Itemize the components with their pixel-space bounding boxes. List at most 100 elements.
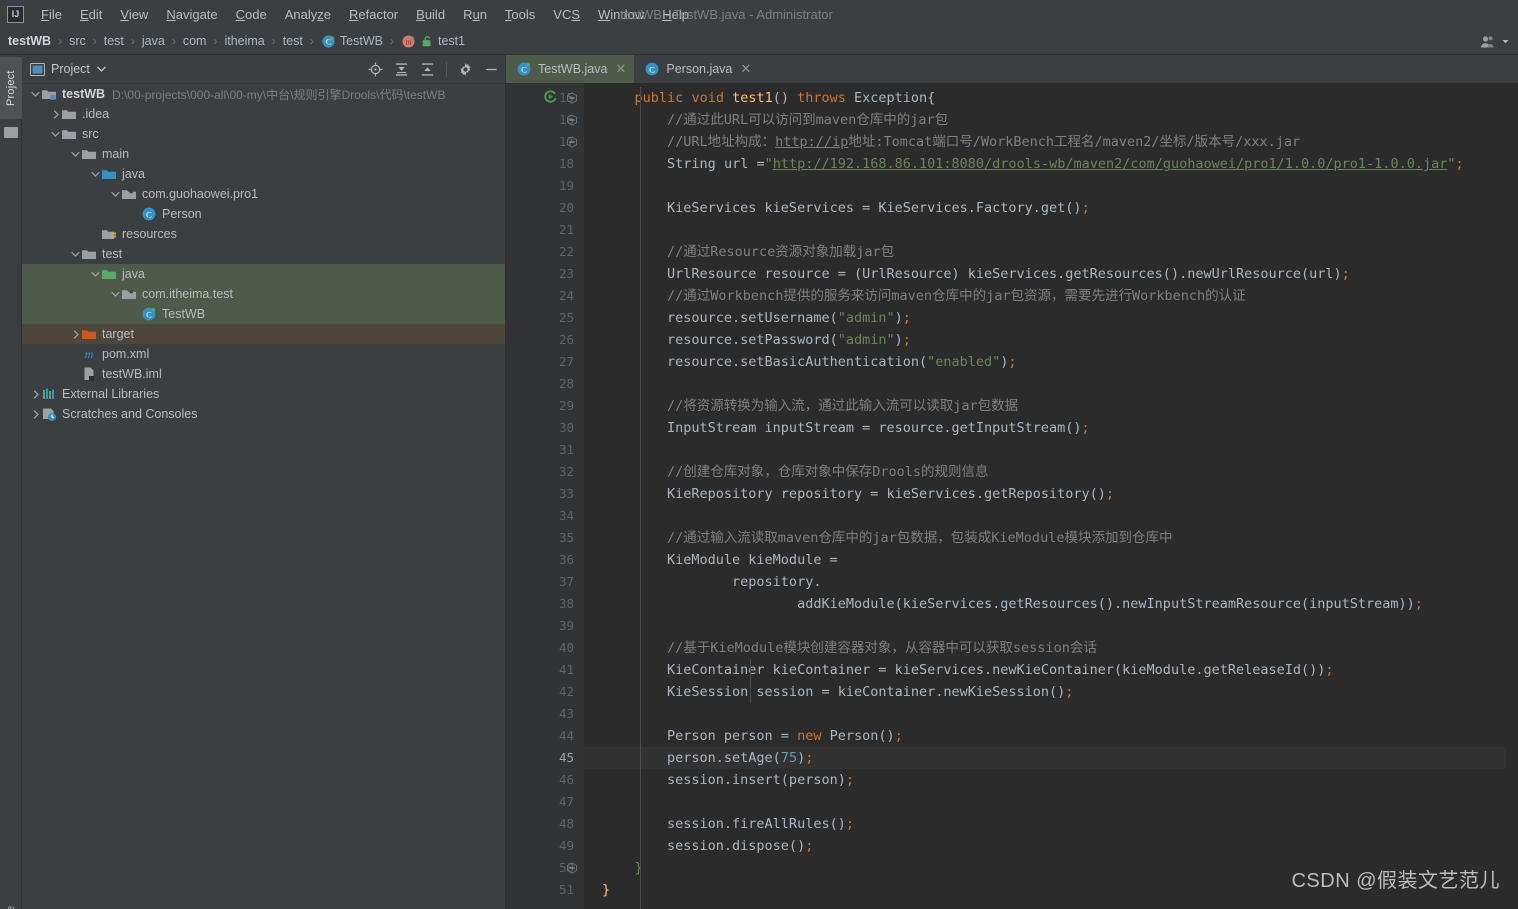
code-line[interactable]: //通过此URL可以访问到maven仓库中的jar包 [584,109,1518,131]
tool-window-button-structure[interactable]: Structure [0,893,22,909]
code-line[interactable] [584,373,1518,395]
code-line[interactable] [584,615,1518,637]
fold-marker[interactable] [566,136,578,148]
tree-expand-arrow[interactable] [30,389,41,400]
breadcrumb-item-src[interactable]: src [67,33,88,49]
code-line[interactable] [584,703,1518,725]
chevron-down-icon[interactable] [97,66,106,72]
breadcrumb-item-test[interactable]: test [102,33,126,49]
code-line[interactable]: session.insert(person); [584,769,1518,791]
code-line[interactable] [584,505,1518,527]
code-line[interactable]: //通过Workbench提供的服务来访问maven仓库中的jar包资源，需要先… [584,285,1518,307]
project-tree[interactable]: testWBD:\00-projects\000-all\00-my\中台\规则… [22,83,505,909]
tree-expand-arrow[interactable] [110,289,121,300]
breadcrumb-item-test[interactable]: test [281,33,305,49]
tree-expand-arrow[interactable] [50,109,61,120]
tree-node-com-guohaowei-pro1[interactable]: com.guohaowei.pro1 [22,184,505,204]
menu-item-run[interactable]: Run [454,3,496,26]
code-line[interactable] [584,791,1518,813]
tree-node-person[interactable]: CPerson [22,204,505,224]
code-line[interactable]: //URL地址构成：http://ip地址:Tomcat端口号/WorkBenc… [584,131,1518,153]
tree-expand-arrow[interactable] [50,129,61,140]
code-line[interactable]: //通过输入流读取maven仓库中的jar包数据，包装成KieModule模块添… [584,527,1518,549]
tree-node-com-itheima-test[interactable]: com.itheima.test [22,284,505,304]
tree-expand-arrow[interactable] [70,329,81,340]
tool-window-button-project[interactable]: Project [0,57,22,119]
code-line[interactable]: //将资源转换为输入流，通过此输入流可以读取jar包数据 [584,395,1518,417]
tree-node-testwb[interactable]: CTestWB [22,304,505,324]
menu-item-navigate[interactable]: Navigate [157,3,226,26]
code-line[interactable]: Person person = new Person(); [584,725,1518,747]
code-line[interactable]: person.setAge(75); [584,747,1518,769]
code-line[interactable]: String url ="http://192.168.86.101:8080/… [584,153,1518,175]
code-line[interactable]: session.dispose(); [584,835,1518,857]
code-line[interactable]: resource.setUsername("admin"); [584,307,1518,329]
menu-item-tools[interactable]: Tools [496,3,544,26]
tree-expand-arrow[interactable] [30,409,41,420]
tree-node-main[interactable]: main [22,144,505,164]
tree-node-java[interactable]: java [22,264,505,284]
menu-item-build[interactable]: Build [407,3,454,26]
breadcrumb-item-com[interactable]: com [181,33,209,49]
code-line[interactable]: repository. [584,571,1518,593]
code-editor[interactable]: 1516171819202122232425262728293031323334… [506,83,1518,909]
code-line[interactable]: KieContainer kieContainer = kieServices.… [584,659,1518,681]
tree-node-resources[interactable]: resources [22,224,505,244]
breadcrumb-item-java[interactable]: java [140,33,167,49]
user-account-icon[interactable] [1480,35,1510,49]
fold-column[interactable] [566,87,580,909]
menu-item-view[interactable]: View [111,3,157,26]
tree-expand-arrow[interactable] [90,269,101,280]
tree-node-src[interactable]: src [22,124,505,144]
code-line[interactable]: //通过Resource资源对象加载jar包 [584,241,1518,263]
breadcrumb-item-testwb[interactable]: CTestWB [319,33,385,50]
tree-expand-arrow[interactable] [90,169,101,180]
tree-expand-arrow[interactable] [70,149,81,160]
code-line[interactable]: KieServices kieServices = KieServices.Fa… [584,197,1518,219]
tree-expand-arrow[interactable] [30,89,41,100]
code-line[interactable]: KieRepository repository = kieServices.g… [584,483,1518,505]
expand-all-icon[interactable] [394,62,409,77]
menu-item-vcs[interactable]: VCS [544,3,589,26]
tree-node-test[interactable]: test [22,244,505,264]
code-line[interactable] [584,219,1518,241]
hide-icon[interactable] [484,62,499,77]
code-line[interactable]: addKieModule(kieServices.getResources().… [584,593,1518,615]
code-content[interactable]: public void test1() throws Exception{ //… [584,83,1518,909]
code-line[interactable]: //基于KieModule模块创建容器对象，从容器中可以获取session会话 [584,637,1518,659]
code-line[interactable] [584,175,1518,197]
code-line[interactable]: InputStream inputStream = resource.getIn… [584,417,1518,439]
fold-marker[interactable] [566,92,578,104]
breadcrumb-item-test1[interactable]: mtest1 [399,33,467,50]
menu-item-edit[interactable]: Edit [71,3,111,26]
code-line[interactable]: KieSession session = kieContainer.newKie… [584,681,1518,703]
tree-node-target[interactable]: target [22,324,505,344]
breadcrumb-item-itheima[interactable]: itheima [222,33,266,49]
fold-marker[interactable] [566,862,578,874]
tree-node-testwb-iml[interactable]: testWB.iml [22,364,505,384]
tree-node-pom-xml[interactable]: mpom.xml [22,344,505,364]
code-line[interactable]: KieModule kieModule = [584,549,1518,571]
code-line[interactable] [584,439,1518,461]
close-icon[interactable]: ✕ [740,61,751,77]
editor-tab-person-java[interactable]: CPerson.java✕ [634,55,759,83]
fold-marker[interactable] [566,114,578,126]
gear-icon[interactable] [458,62,473,77]
menu-item-file[interactable]: File [32,3,71,26]
tree-expand-arrow[interactable] [110,189,121,200]
breadcrumb-item-testwb[interactable]: testWB [6,33,53,49]
code-line[interactable]: resource.setPassword("admin"); [584,329,1518,351]
code-line[interactable]: resource.setBasicAuthentication("enabled… [584,351,1518,373]
tree-node-testwb[interactable]: testWBD:\00-projects\000-all\00-my\中台\规则… [22,84,505,104]
close-icon[interactable]: ✕ [615,61,626,77]
tree-node-java[interactable]: java [22,164,505,184]
run-test-icon[interactable] [543,89,558,104]
code-line[interactable]: UrlResource resource = (UrlResource) kie… [584,263,1518,285]
tree-node-external-libraries[interactable]: External Libraries [22,384,505,404]
menu-item-analyze[interactable]: Analyze [276,3,340,26]
editor-scrollbar[interactable] [1506,166,1518,909]
code-line[interactable]: session.fireAllRules(); [584,813,1518,835]
locate-in-tree-icon[interactable] [368,62,383,77]
code-line[interactable]: //创建仓库对象，仓库对象中保存Drools的规则信息 [584,461,1518,483]
collapse-all-icon[interactable] [420,62,435,77]
